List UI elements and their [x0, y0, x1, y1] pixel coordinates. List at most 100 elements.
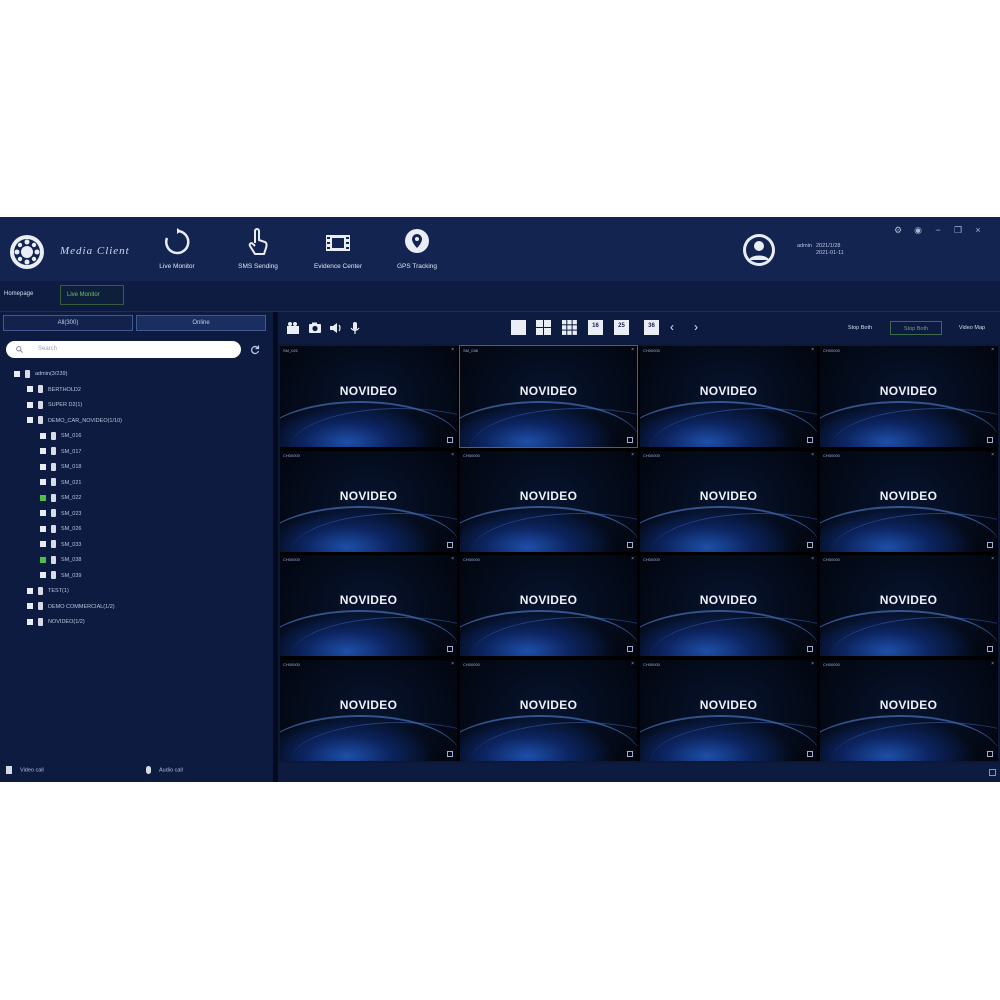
close-channel-icon[interactable]: ×: [811, 661, 814, 667]
tree-node[interactable]: SM_018: [40, 461, 82, 473]
tree-node[interactable]: SM_017: [40, 446, 82, 458]
nav-gps-tracking[interactable]: GPS Tracking: [385, 227, 449, 270]
tree-checkbox[interactable]: [40, 448, 46, 455]
tab-live-monitor[interactable]: Live Monitor: [60, 285, 124, 305]
fullscreen-icon[interactable]: [807, 646, 813, 652]
video-cell[interactable]: SM_038 × NOVIDEO: [459, 345, 638, 448]
video-cell[interactable]: CH00000 × NOVIDEO: [640, 450, 817, 552]
tree-checkbox[interactable]: [27, 603, 33, 610]
resize-grip-icon[interactable]: [989, 769, 996, 776]
nav-live-monitor[interactable]: Live Monitor: [145, 227, 209, 270]
video-map-button[interactable]: Video Map: [950, 321, 994, 335]
video-cell[interactable]: CH00000 × NOVIDEO: [460, 659, 637, 761]
fullscreen-icon[interactable]: [987, 541, 993, 548]
fullscreen-icon[interactable]: [627, 541, 633, 548]
search-input[interactable]: Search: [6, 341, 241, 358]
speaker-icon[interactable]: [328, 321, 342, 335]
fullscreen-icon[interactable]: [807, 750, 813, 757]
microphone-icon[interactable]: [348, 321, 362, 335]
video-cell[interactable]: SM_022 × NOVIDEO: [280, 346, 457, 447]
tree-checkbox[interactable]: [27, 401, 33, 408]
breadcrumb-home[interactable]: Homepage: [4, 291, 33, 297]
video-cell[interactable]: CH00000 × NOVIDEO: [640, 555, 817, 656]
close-channel-icon[interactable]: ×: [631, 347, 634, 353]
close-channel-icon[interactable]: ×: [811, 556, 814, 562]
tree-node[interactable]: TEST(1): [27, 585, 69, 597]
stop-both-active-button[interactable]: Stop Both: [890, 321, 942, 335]
tab-online[interactable]: Online: [136, 315, 266, 331]
video-cell[interactable]: CH00000 × NOVIDEO: [280, 555, 457, 656]
close-channel-icon[interactable]: ×: [451, 661, 454, 667]
tree-checkbox[interactable]: [40, 556, 46, 563]
tree-node[interactable]: SM_038: [40, 554, 82, 566]
tree-checkbox[interactable]: [40, 510, 46, 517]
tree-node[interactable]: SM_016: [40, 430, 82, 442]
prev-page-button[interactable]: ‹: [670, 320, 674, 334]
tree-node[interactable]: DEMO COMMERCIAL(1/2): [27, 601, 115, 613]
tree-node[interactable]: BERTHOLD2: [27, 384, 81, 396]
video-cell[interactable]: CH00000 × NOVIDEO: [460, 450, 637, 552]
restore-icon[interactable]: ❐: [952, 225, 964, 236]
close-channel-icon[interactable]: ×: [991, 556, 994, 562]
layout-25-button[interactable]: 25: [614, 320, 629, 335]
tree-checkbox[interactable]: [40, 463, 46, 470]
tree-checkbox[interactable]: [40, 541, 46, 548]
close-channel-icon[interactable]: ×: [451, 556, 454, 562]
user-avatar[interactable]: [742, 233, 776, 267]
fullscreen-icon[interactable]: [627, 646, 633, 652]
audio-call-button[interactable]: Audio call: [146, 766, 183, 774]
fullscreen-icon[interactable]: [987, 646, 993, 652]
close-channel-icon[interactable]: ×: [991, 347, 994, 353]
panel-splitter[interactable]: [273, 312, 278, 782]
settings-icon[interactable]: ⚙: [892, 225, 904, 236]
fullscreen-icon[interactable]: [447, 437, 453, 443]
fullscreen-icon[interactable]: [987, 750, 993, 757]
fullscreen-icon[interactable]: [807, 437, 813, 443]
tree-node[interactable]: SM_021: [40, 477, 82, 489]
tree-checkbox[interactable]: [40, 494, 46, 501]
video-cell[interactable]: CH00000 × NOVIDEO: [820, 346, 997, 447]
close-channel-icon[interactable]: ×: [811, 347, 814, 353]
tree-checkbox[interactable]: [40, 572, 46, 579]
tree-node[interactable]: NOVIDEO(1/2): [27, 616, 85, 628]
video-cell[interactable]: CH00000 × NOVIDEO: [640, 346, 817, 447]
close-channel-icon[interactable]: ×: [811, 452, 814, 458]
tree-checkbox[interactable]: [27, 386, 33, 393]
stop-both-button[interactable]: Stop Both: [838, 321, 882, 335]
refresh-icon[interactable]: [250, 345, 260, 355]
tree-node[interactable]: SM_023: [40, 508, 82, 520]
fullscreen-icon[interactable]: [447, 750, 453, 757]
close-channel-icon[interactable]: ×: [991, 452, 994, 458]
video-cell[interactable]: CH00000 × NOVIDEO: [460, 555, 637, 656]
tree-checkbox[interactable]: [14, 370, 20, 377]
snapshot-icon[interactable]: [308, 321, 322, 335]
nav-sms-sending[interactable]: SMS Sending: [226, 227, 290, 270]
tree-checkbox[interactable]: [40, 525, 46, 532]
tree-node[interactable]: SM_033: [40, 539, 82, 551]
video-cell[interactable]: CH00000 × NOVIDEO: [820, 450, 997, 552]
layout-1-button[interactable]: [511, 320, 526, 335]
fullscreen-icon[interactable]: [447, 541, 453, 548]
fullscreen-icon[interactable]: [627, 437, 633, 443]
tree-checkbox[interactable]: [27, 618, 33, 625]
fullscreen-icon[interactable]: [627, 750, 633, 757]
tree-node[interactable]: SUPER D2(1): [27, 399, 82, 411]
layout-4-button[interactable]: [536, 320, 551, 335]
nav-evidence-center[interactable]: Evidence Center: [306, 227, 370, 270]
tree-checkbox[interactable]: [40, 479, 46, 486]
tree-node[interactable]: SM_026: [40, 523, 82, 535]
layout-36-button[interactable]: 36: [644, 320, 659, 335]
record-icon[interactable]: [286, 321, 300, 335]
tree-checkbox[interactable]: [40, 432, 46, 439]
close-channel-icon[interactable]: ×: [631, 556, 634, 562]
close-icon[interactable]: ×: [972, 225, 984, 235]
video-cell[interactable]: CH00000 × NOVIDEO: [820, 659, 997, 761]
minimize-icon[interactable]: −: [932, 225, 944, 235]
tree-checkbox[interactable]: [27, 587, 33, 594]
tree-node[interactable]: admin(3/239): [14, 368, 67, 380]
tree-node[interactable]: SM_039: [40, 570, 82, 582]
video-cell[interactable]: CH00000 × NOVIDEO: [280, 659, 457, 761]
next-page-button[interactable]: ›: [694, 320, 698, 334]
layout-16-button[interactable]: 16: [588, 320, 603, 335]
close-channel-icon[interactable]: ×: [451, 452, 454, 458]
